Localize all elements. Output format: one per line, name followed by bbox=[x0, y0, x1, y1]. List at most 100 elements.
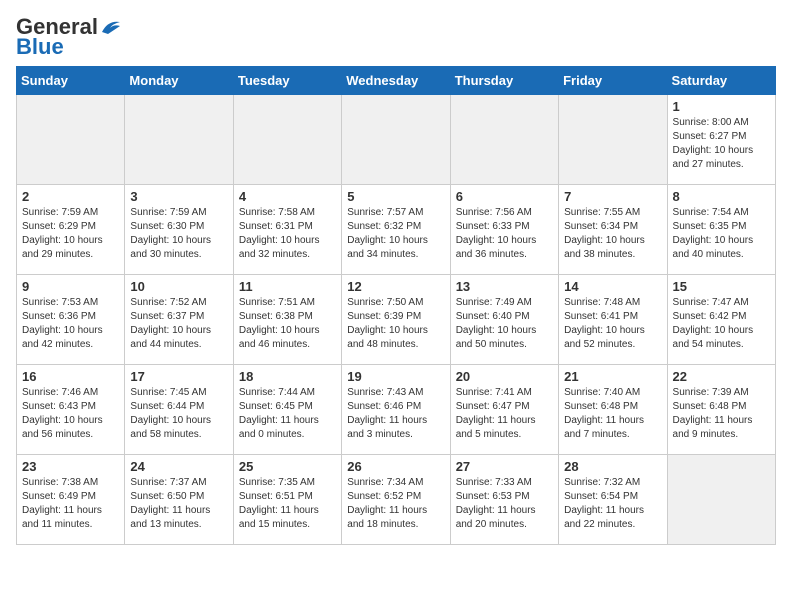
day-info: Sunrise: 7:37 AM Sunset: 6:50 PM Dayligh… bbox=[130, 476, 227, 532]
calendar-cell bbox=[667, 455, 775, 545]
day-number: 13 bbox=[456, 279, 553, 294]
calendar-cell: 17 Sunrise: 7:45 AM Sunset: 6:44 PM Dayli… bbox=[125, 365, 233, 455]
logo-blue: Blue bbox=[16, 36, 64, 58]
day-number: 15 bbox=[673, 279, 770, 294]
calendar-cell: 10 Sunrise: 7:52 AM Sunset: 6:37 PM Dayli… bbox=[125, 275, 233, 365]
day-number: 4 bbox=[239, 189, 336, 204]
calendar-cell bbox=[233, 95, 341, 185]
day-info: Sunrise: 7:45 AM Sunset: 6:44 PM Dayligh… bbox=[130, 386, 227, 442]
day-number: 24 bbox=[130, 459, 227, 474]
calendar-cell bbox=[17, 95, 125, 185]
day-info: Sunrise: 7:39 AM Sunset: 6:48 PM Dayligh… bbox=[673, 386, 770, 442]
day-info: Sunrise: 7:41 AM Sunset: 6:47 PM Dayligh… bbox=[456, 386, 553, 442]
day-number: 17 bbox=[130, 369, 227, 384]
calendar-cell: 9 Sunrise: 7:53 AM Sunset: 6:36 PM Daylig… bbox=[17, 275, 125, 365]
calendar-table: SundayMondayTuesdayWednesdayThursdayFrid… bbox=[16, 66, 776, 545]
day-number: 23 bbox=[22, 459, 119, 474]
day-info: Sunrise: 7:33 AM Sunset: 6:53 PM Dayligh… bbox=[456, 476, 553, 532]
calendar-cell: 1 Sunrise: 8:00 AM Sunset: 6:27 PM Daylig… bbox=[667, 95, 775, 185]
weekday-header-thursday: Thursday bbox=[450, 67, 558, 95]
calendar-cell: 13 Sunrise: 7:49 AM Sunset: 6:40 PM Dayli… bbox=[450, 275, 558, 365]
day-info: Sunrise: 7:40 AM Sunset: 6:48 PM Dayligh… bbox=[564, 386, 661, 442]
day-info: Sunrise: 7:34 AM Sunset: 6:52 PM Dayligh… bbox=[347, 476, 444, 532]
calendar-cell: 12 Sunrise: 7:50 AM Sunset: 6:39 PM Dayli… bbox=[342, 275, 450, 365]
logo-bird-icon bbox=[100, 18, 122, 36]
day-number: 3 bbox=[130, 189, 227, 204]
calendar-cell: 4 Sunrise: 7:58 AM Sunset: 6:31 PM Daylig… bbox=[233, 185, 341, 275]
weekday-header-wednesday: Wednesday bbox=[342, 67, 450, 95]
calendar-cell: 20 Sunrise: 7:41 AM Sunset: 6:47 PM Dayli… bbox=[450, 365, 558, 455]
day-number: 20 bbox=[456, 369, 553, 384]
calendar-cell: 22 Sunrise: 7:39 AM Sunset: 6:48 PM Dayli… bbox=[667, 365, 775, 455]
day-number: 12 bbox=[347, 279, 444, 294]
day-number: 11 bbox=[239, 279, 336, 294]
day-info: Sunrise: 7:58 AM Sunset: 6:31 PM Dayligh… bbox=[239, 206, 336, 262]
day-number: 22 bbox=[673, 369, 770, 384]
day-number: 8 bbox=[673, 189, 770, 204]
calendar-cell: 26 Sunrise: 7:34 AM Sunset: 6:52 PM Dayli… bbox=[342, 455, 450, 545]
day-number: 25 bbox=[239, 459, 336, 474]
day-number: 14 bbox=[564, 279, 661, 294]
day-info: Sunrise: 7:49 AM Sunset: 6:40 PM Dayligh… bbox=[456, 296, 553, 352]
calendar-cell: 19 Sunrise: 7:43 AM Sunset: 6:46 PM Dayli… bbox=[342, 365, 450, 455]
day-info: Sunrise: 7:35 AM Sunset: 6:51 PM Dayligh… bbox=[239, 476, 336, 532]
day-info: Sunrise: 7:44 AM Sunset: 6:45 PM Dayligh… bbox=[239, 386, 336, 442]
calendar-cell: 14 Sunrise: 7:48 AM Sunset: 6:41 PM Dayli… bbox=[559, 275, 667, 365]
day-info: Sunrise: 8:00 AM Sunset: 6:27 PM Dayligh… bbox=[673, 116, 770, 172]
calendar-cell: 18 Sunrise: 7:44 AM Sunset: 6:45 PM Dayli… bbox=[233, 365, 341, 455]
day-info: Sunrise: 7:32 AM Sunset: 6:54 PM Dayligh… bbox=[564, 476, 661, 532]
day-info: Sunrise: 7:59 AM Sunset: 6:29 PM Dayligh… bbox=[22, 206, 119, 262]
day-number: 16 bbox=[22, 369, 119, 384]
weekday-header-sunday: Sunday bbox=[17, 67, 125, 95]
calendar-cell: 21 Sunrise: 7:40 AM Sunset: 6:48 PM Dayli… bbox=[559, 365, 667, 455]
day-number: 28 bbox=[564, 459, 661, 474]
day-number: 27 bbox=[456, 459, 553, 474]
calendar-cell: 24 Sunrise: 7:37 AM Sunset: 6:50 PM Dayli… bbox=[125, 455, 233, 545]
calendar-cell: 6 Sunrise: 7:56 AM Sunset: 6:33 PM Daylig… bbox=[450, 185, 558, 275]
day-info: Sunrise: 7:56 AM Sunset: 6:33 PM Dayligh… bbox=[456, 206, 553, 262]
header: General Blue bbox=[16, 16, 776, 58]
day-number: 21 bbox=[564, 369, 661, 384]
calendar-cell bbox=[125, 95, 233, 185]
day-info: Sunrise: 7:50 AM Sunset: 6:39 PM Dayligh… bbox=[347, 296, 444, 352]
calendar-cell bbox=[559, 95, 667, 185]
calendar-cell: 2Sunrise: 7:59 AM Sunset: 6:29 PM Daylig… bbox=[17, 185, 125, 275]
calendar-cell: 23 Sunrise: 7:38 AM Sunset: 6:49 PM Dayli… bbox=[17, 455, 125, 545]
day-info: Sunrise: 7:47 AM Sunset: 6:42 PM Dayligh… bbox=[673, 296, 770, 352]
calendar-cell: 27 Sunrise: 7:33 AM Sunset: 6:53 PM Dayli… bbox=[450, 455, 558, 545]
calendar-cell: 5 Sunrise: 7:57 AM Sunset: 6:32 PM Daylig… bbox=[342, 185, 450, 275]
day-info: Sunrise: 7:53 AM Sunset: 6:36 PM Dayligh… bbox=[22, 296, 119, 352]
day-number: 19 bbox=[347, 369, 444, 384]
day-info: Sunrise: 7:38 AM Sunset: 6:49 PM Dayligh… bbox=[22, 476, 119, 532]
calendar-cell: 11 Sunrise: 7:51 AM Sunset: 6:38 PM Dayli… bbox=[233, 275, 341, 365]
calendar-cell: 3 Sunrise: 7:59 AM Sunset: 6:30 PM Daylig… bbox=[125, 185, 233, 275]
calendar-cell bbox=[342, 95, 450, 185]
day-info: Sunrise: 7:52 AM Sunset: 6:37 PM Dayligh… bbox=[130, 296, 227, 352]
day-number: 10 bbox=[130, 279, 227, 294]
calendar-cell bbox=[450, 95, 558, 185]
calendar-cell: 16 Sunrise: 7:46 AM Sunset: 6:43 PM Dayli… bbox=[17, 365, 125, 455]
day-number: 7 bbox=[564, 189, 661, 204]
day-info: Sunrise: 7:55 AM Sunset: 6:34 PM Dayligh… bbox=[564, 206, 661, 262]
logo: General Blue bbox=[16, 16, 122, 58]
day-info: Sunrise: 7:46 AM Sunset: 6:43 PM Dayligh… bbox=[22, 386, 119, 442]
calendar-cell: 8 Sunrise: 7:54 AM Sunset: 6:35 PM Daylig… bbox=[667, 185, 775, 275]
calendar-cell: 25 Sunrise: 7:35 AM Sunset: 6:51 PM Dayli… bbox=[233, 455, 341, 545]
day-info: Sunrise: 7:59 AM Sunset: 6:30 PM Dayligh… bbox=[130, 206, 227, 262]
day-info: Sunrise: 7:43 AM Sunset: 6:46 PM Dayligh… bbox=[347, 386, 444, 442]
weekday-header-monday: Monday bbox=[125, 67, 233, 95]
day-info: Sunrise: 7:48 AM Sunset: 6:41 PM Dayligh… bbox=[564, 296, 661, 352]
day-number: 26 bbox=[347, 459, 444, 474]
day-number: 5 bbox=[347, 189, 444, 204]
calendar-cell: 28 Sunrise: 7:32 AM Sunset: 6:54 PM Dayli… bbox=[559, 455, 667, 545]
day-info: Sunrise: 7:54 AM Sunset: 6:35 PM Dayligh… bbox=[673, 206, 770, 262]
weekday-header-tuesday: Tuesday bbox=[233, 67, 341, 95]
day-info: Sunrise: 7:51 AM Sunset: 6:38 PM Dayligh… bbox=[239, 296, 336, 352]
day-number: 6 bbox=[456, 189, 553, 204]
day-info: Sunrise: 7:57 AM Sunset: 6:32 PM Dayligh… bbox=[347, 206, 444, 262]
day-number: 18 bbox=[239, 369, 336, 384]
weekday-header-saturday: Saturday bbox=[667, 67, 775, 95]
day-number: 9 bbox=[22, 279, 119, 294]
weekday-header-friday: Friday bbox=[559, 67, 667, 95]
day-number: 1 bbox=[673, 99, 770, 114]
